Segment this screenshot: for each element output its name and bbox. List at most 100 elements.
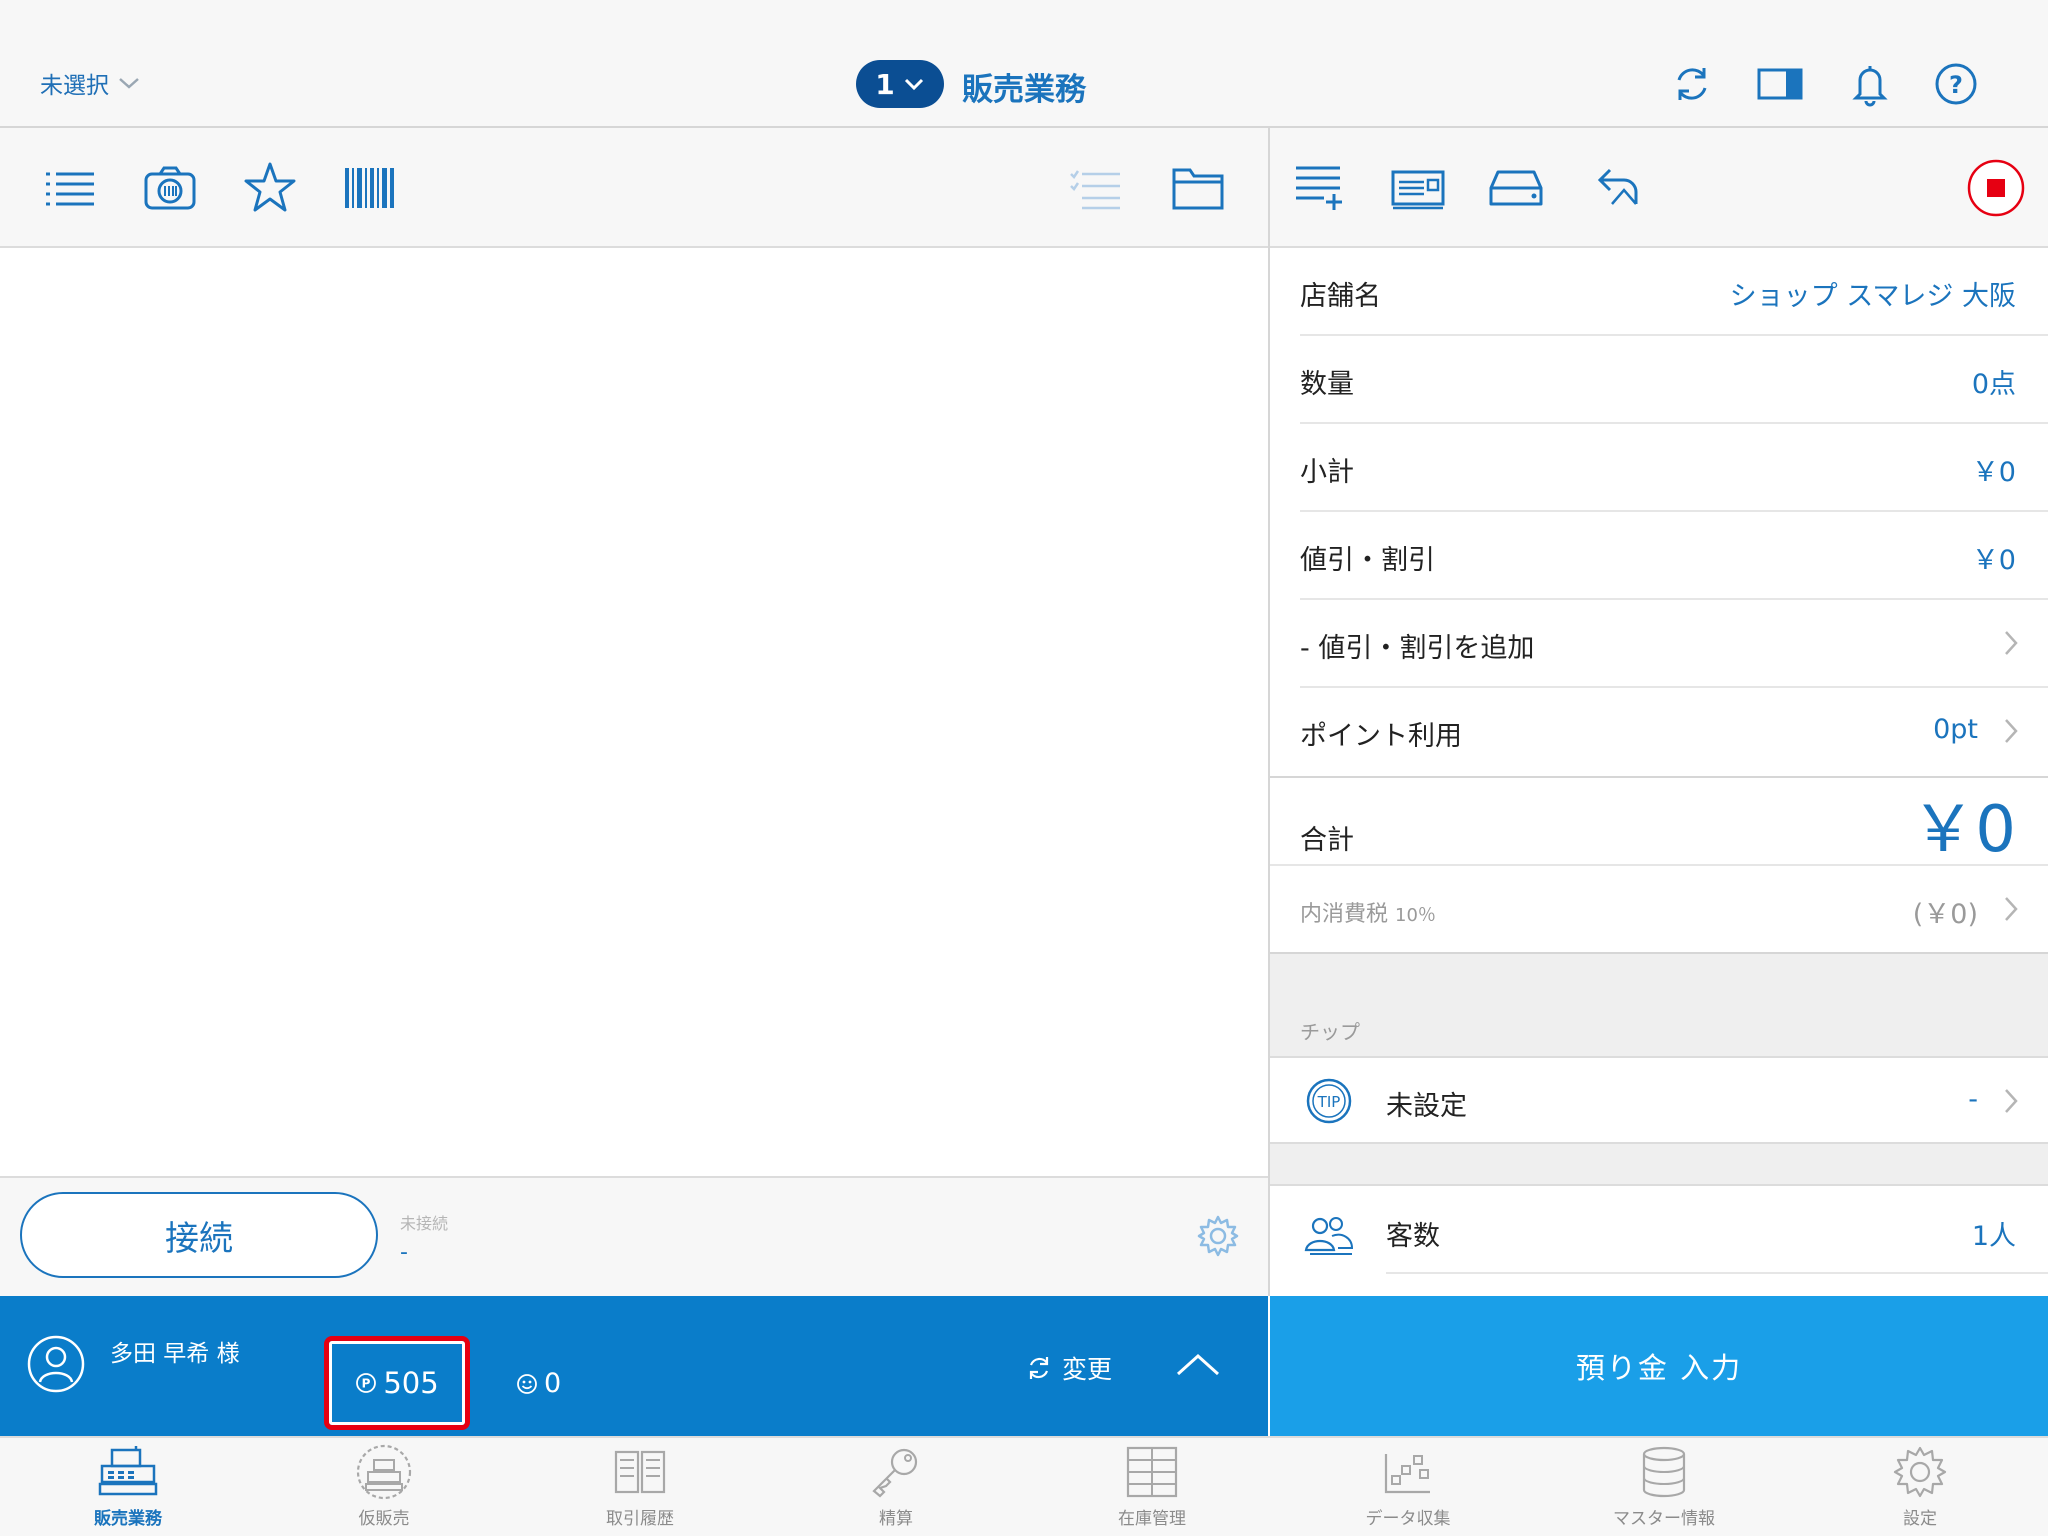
product-list-area[interactable] xyxy=(0,248,1268,1176)
database-icon xyxy=(1632,1444,1696,1500)
store-selector[interactable]: 未選択 xyxy=(40,66,141,100)
discount-row: 値引・割引 ￥0 xyxy=(1270,512,2048,600)
total-row: 合計 ￥0 xyxy=(1270,776,2048,867)
change-customer-button[interactable]: 変更 xyxy=(1024,1350,1112,1386)
list-icon[interactable] xyxy=(42,160,98,216)
refresh-icon xyxy=(1024,1353,1054,1383)
register-icon xyxy=(96,1444,160,1500)
connection-status-value: - xyxy=(400,1240,408,1265)
connection-status-label: 未接続 xyxy=(400,1214,449,1233)
tab-settlement[interactable]: 精算 xyxy=(768,1444,1024,1536)
star-icon[interactable] xyxy=(242,160,298,216)
store-selector-label: 未選択 xyxy=(40,73,109,99)
points-use-value: 0pt xyxy=(1933,714,1978,745)
tax-row[interactable]: 内消費税 10％ (￥0) xyxy=(1270,864,2048,952)
register-number: 1 xyxy=(875,67,895,101)
quantity-value: 0点 xyxy=(1971,369,2016,400)
camera-icon[interactable] xyxy=(142,160,198,216)
subtotal-row: 小計 ￥0 xyxy=(1270,424,2048,512)
tab-master-info[interactable]: マスター情報 xyxy=(1536,1444,1792,1536)
page-title: 販売業務 xyxy=(962,72,1086,108)
section-spacer xyxy=(1270,1144,2048,1184)
svg-text:P: P xyxy=(362,1377,371,1391)
tab-temp-sale[interactable]: 仮販売 xyxy=(256,1444,512,1536)
add-discount-label: - 値引・割引を追加 xyxy=(1300,633,1535,664)
list-add-icon[interactable] xyxy=(1292,160,1348,216)
register-selector[interactable]: 1 xyxy=(856,60,944,108)
guest-count-label: 客数 xyxy=(1386,1221,1440,1252)
key-icon xyxy=(864,1444,928,1500)
discount-value: ￥0 xyxy=(1971,545,2016,576)
connect-button[interactable]: 接続 xyxy=(20,1192,378,1278)
stop-icon[interactable] xyxy=(1966,158,2026,218)
user-avatar-icon xyxy=(26,1334,86,1394)
svg-text:?: ? xyxy=(1949,71,1963,99)
tab-label: 取引履歴 xyxy=(606,1509,674,1529)
guest-count-value: 1人 xyxy=(1971,1221,2016,1252)
gear-icon[interactable] xyxy=(1196,1214,1240,1258)
bell-icon[interactable] xyxy=(1846,60,1894,108)
tab-label: データ収集 xyxy=(1365,1509,1451,1529)
chevron-down-icon xyxy=(117,75,141,91)
quantity-label: 数量 xyxy=(1300,369,1354,400)
subtotal-value: ￥0 xyxy=(1971,457,2016,488)
tax-value: (￥0) xyxy=(1912,899,1978,930)
discount-label: 値引・割引 xyxy=(1300,545,1435,576)
store-row: 店舗名 ショップ スマレジ 大阪 xyxy=(1270,248,2048,336)
receipt-icon[interactable] xyxy=(1390,160,1446,216)
tab-label: 精算 xyxy=(879,1509,913,1529)
stamp-count-value: 0 xyxy=(544,1368,562,1399)
inventory-icon xyxy=(1120,1444,1184,1500)
points-use-label: ポイント利用 xyxy=(1300,721,1462,752)
refresh-icon[interactable] xyxy=(1668,60,1716,108)
guest-count-row[interactable]: 客数 1人 xyxy=(1270,1184,2048,1296)
chevron-right-icon xyxy=(2002,628,2020,658)
tab-data-collection[interactable]: データ収集 xyxy=(1280,1444,1536,1536)
chevron-right-icon xyxy=(2002,1086,2020,1116)
tip-row[interactable]: TIP 未設定 - xyxy=(1270,1056,2048,1144)
customer-name: 多田 早希 様 xyxy=(110,1341,240,1367)
tab-sales[interactable]: 販売業務 xyxy=(0,1444,256,1536)
split-view-icon[interactable] xyxy=(1756,60,1804,108)
tax-label: 内消費税 10％ xyxy=(1300,896,1436,928)
tip-label: 未設定 xyxy=(1386,1091,1467,1122)
tip-value: - xyxy=(1968,1084,1978,1115)
customer-points-badge[interactable]: P 505 xyxy=(324,1336,470,1430)
checklist-icon[interactable] xyxy=(1068,160,1124,216)
total-label: 合計 xyxy=(1300,825,1354,856)
history-icon xyxy=(608,1444,672,1500)
data-icon xyxy=(1376,1444,1440,1500)
svg-text:TIP: TIP xyxy=(1317,1093,1341,1111)
help-icon[interactable]: ? xyxy=(1932,60,1980,108)
customer-points-value: 505 xyxy=(383,1366,439,1400)
deposit-input-button[interactable]: 預り金 入力 xyxy=(1270,1296,2048,1436)
store-value: ショップ スマレジ 大阪 xyxy=(1729,281,2016,312)
chevron-up-icon[interactable] xyxy=(1174,1350,1222,1380)
chevron-down-icon xyxy=(903,77,925,91)
tab-label: 在庫管理 xyxy=(1118,1509,1186,1529)
tab-label: 設定 xyxy=(1903,1509,1937,1529)
folder-icon[interactable] xyxy=(1170,160,1226,216)
store-label: 店舗名 xyxy=(1300,281,1381,312)
tab-inventory[interactable]: 在庫管理 xyxy=(1024,1444,1280,1536)
tip-section-label: チップ xyxy=(1300,1020,1360,1044)
add-discount-row[interactable]: - 値引・割引を追加 xyxy=(1270,600,2048,688)
return-icon[interactable] xyxy=(1588,160,1644,216)
subtotal-label: 小計 xyxy=(1300,457,1354,488)
quantity-row: 数量 0点 xyxy=(1270,336,2048,424)
tax-label-text: 内消費税 xyxy=(1300,902,1389,927)
barcode-icon[interactable] xyxy=(342,160,398,216)
stamp-count: 0 xyxy=(516,1368,561,1399)
change-label: 変更 xyxy=(1062,1355,1113,1384)
tab-settings[interactable]: 設定 xyxy=(1792,1444,2048,1536)
tab-history[interactable]: 取引履歴 xyxy=(512,1444,768,1536)
tip-section-header: チップ xyxy=(1270,952,2048,1056)
points-icon: P xyxy=(355,1372,377,1394)
guests-icon xyxy=(1302,1210,1356,1260)
chevron-right-icon xyxy=(2002,894,2020,924)
gear-icon xyxy=(1888,1444,1952,1500)
points-use-row[interactable]: ポイント利用 0pt xyxy=(1270,688,2048,776)
drawer-icon[interactable] xyxy=(1488,160,1544,216)
tab-label: 販売業務 xyxy=(94,1509,162,1529)
smile-icon xyxy=(516,1373,538,1395)
